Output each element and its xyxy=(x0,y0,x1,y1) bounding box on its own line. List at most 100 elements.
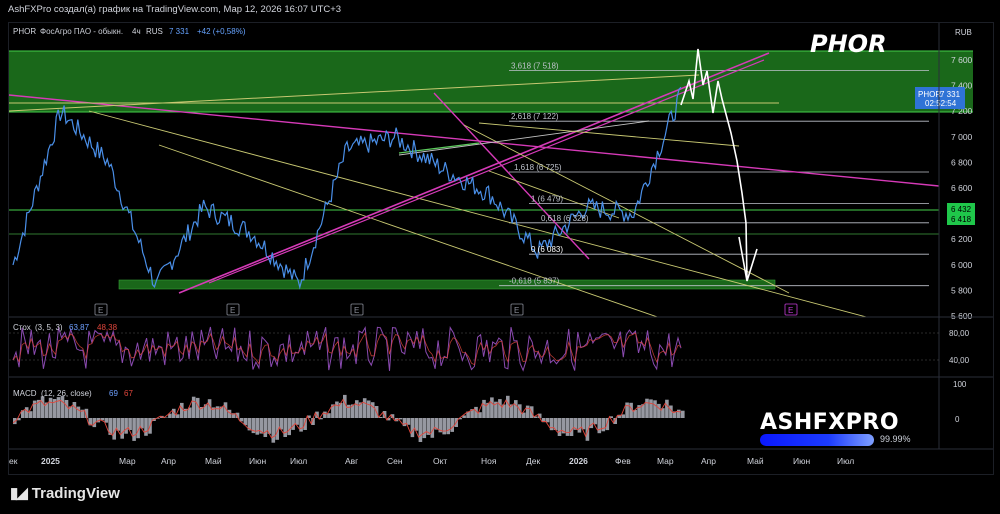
time-tick: Июл xyxy=(837,456,854,466)
macd-bar xyxy=(40,396,45,418)
fib-label: -0,618 (5 837) xyxy=(509,277,560,286)
macd-bar xyxy=(446,418,450,435)
macd-bar xyxy=(681,410,685,418)
price-tick: 5 800 xyxy=(951,285,973,295)
brand-percent: 99.99% xyxy=(880,434,911,444)
macd-bar xyxy=(180,402,184,418)
macd-bar xyxy=(482,399,486,418)
macd-bar xyxy=(263,418,268,437)
macd-bar xyxy=(677,409,681,418)
macd-bar xyxy=(490,397,494,418)
macd-bar xyxy=(525,405,530,418)
macd-bar xyxy=(76,406,81,418)
time-tick: Ноя xyxy=(481,456,497,466)
price-tick: 6 200 xyxy=(951,234,973,244)
price-tick: 7 000 xyxy=(951,132,973,142)
macd-bar xyxy=(60,395,65,418)
time-tick: 2025 xyxy=(41,456,60,466)
svg-text:Стох: Стох xyxy=(13,323,31,332)
time-tick: Апр xyxy=(161,456,176,466)
green-zone-bottom xyxy=(118,279,776,290)
macd-bar xyxy=(370,402,375,418)
svg-text:48,38: 48,38 xyxy=(97,323,118,332)
svg-text:4ч: 4ч xyxy=(132,27,141,36)
fib-label: 1,618 (6 725) xyxy=(514,163,562,172)
svg-text:RUS: RUS xyxy=(146,27,163,36)
svg-text:6 432: 6 432 xyxy=(951,205,972,214)
time-tick: Май xyxy=(205,456,222,466)
earnings-marker-label: E xyxy=(514,306,519,315)
macd-bar xyxy=(665,399,669,418)
earnings-marker-label: E xyxy=(354,306,359,315)
macd-bar xyxy=(283,418,287,437)
macd-bar xyxy=(430,418,435,438)
macd-bar xyxy=(382,411,387,418)
macd-bar xyxy=(299,418,303,432)
macd-bar xyxy=(287,418,291,436)
time-tick: Июн xyxy=(793,456,810,466)
macd-bar xyxy=(601,418,606,432)
macd-bar xyxy=(506,395,510,418)
macd-bar xyxy=(255,418,260,435)
price-chart[interactable]: 3,618 (7 518) 2,618 (7 122) 1,618 (6 725) 1… xyxy=(9,23,993,474)
macd-bar xyxy=(144,418,148,436)
svg-text:+42 (+0,58%): +42 (+0,58%) xyxy=(197,27,246,36)
macd-bar xyxy=(557,418,562,436)
macd-bar xyxy=(597,418,602,434)
svg-text:40,00: 40,00 xyxy=(949,356,970,365)
svg-text:6 418: 6 418 xyxy=(951,215,972,224)
price-tick: 6 800 xyxy=(951,157,973,167)
price-tick: 5 600 xyxy=(951,311,973,321)
macd-bar xyxy=(450,418,454,432)
macd-bar xyxy=(355,400,359,418)
symbol-line[interactable]: PHOR ФосАгро ПАО - обыкн. 4ч RUS 7 331 +… xyxy=(13,27,246,36)
macd-bar xyxy=(362,398,367,418)
chart-panel[interactable]: 3,618 (7 518) 2,618 (7 122) 1,618 (6 725) 1… xyxy=(8,22,994,475)
svg-text:7 331: 7 331 xyxy=(940,90,961,99)
time-tick: ек xyxy=(9,456,18,466)
macd-bar xyxy=(518,404,522,418)
stoch-pane[interactable]: Стох (3, 5, 3) 63,87 48,38 80,00 40,00 xyxy=(9,323,970,372)
svg-text:7 331: 7 331 xyxy=(169,27,190,36)
tradingview-text: TradingView xyxy=(31,484,120,502)
svg-text:MACD: MACD xyxy=(13,389,37,398)
brand-name: ASHFXPRO xyxy=(760,410,900,435)
svg-text:PHOR: PHOR xyxy=(918,90,941,99)
earnings-marker-label: E xyxy=(98,306,103,315)
macd-bar xyxy=(48,397,53,418)
macd-bar xyxy=(132,418,136,441)
tradingview-logo[interactable]: ▮◢ TradingView xyxy=(10,484,120,503)
macd-bar xyxy=(577,418,582,433)
time-tick: Июл xyxy=(290,456,307,466)
svg-text:67: 67 xyxy=(124,389,133,398)
macd-bar xyxy=(191,396,196,418)
macd-bar xyxy=(549,418,554,431)
macd-bar xyxy=(24,407,29,418)
brand-bar xyxy=(760,434,874,446)
price-tick: 6 600 xyxy=(951,183,973,193)
time-tick: Мар xyxy=(657,456,674,466)
svg-text:(3, 5, 3): (3, 5, 3) xyxy=(35,323,63,332)
macd-bar xyxy=(565,418,570,436)
macd-bar xyxy=(498,399,502,418)
macd-bar xyxy=(645,398,649,418)
svg-text:PHOR: PHOR xyxy=(13,27,36,36)
svg-text:63,87: 63,87 xyxy=(69,323,90,332)
time-tick: Окт xyxy=(433,456,447,466)
fib-label: 1 (6 479) xyxy=(531,194,563,203)
macd-bar xyxy=(418,418,423,442)
time-tick: Фев xyxy=(615,456,631,466)
tradingview-icon: ▮◢ xyxy=(10,485,28,502)
macd-bar xyxy=(124,418,128,434)
macd-bar xyxy=(215,406,220,418)
svg-text:69: 69 xyxy=(109,389,118,398)
svg-text:(12, 26, close): (12, 26, close) xyxy=(41,389,92,398)
time-tick: Сен xyxy=(387,456,403,466)
earnings-marker-label: E xyxy=(230,306,235,315)
macd-bar xyxy=(589,418,594,429)
time-tick: Июн xyxy=(249,456,266,466)
macd-bar xyxy=(514,400,518,418)
fib-label: 0 (6 083) xyxy=(531,245,563,254)
green-price-labels: 6 432 6 418 xyxy=(947,203,975,225)
svg-text:02:52:54: 02:52:54 xyxy=(925,99,957,108)
